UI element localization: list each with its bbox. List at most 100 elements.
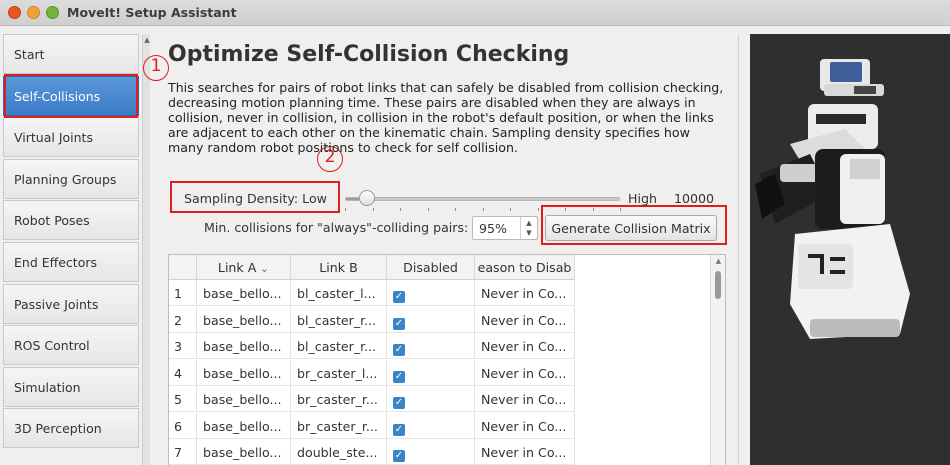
link-a-cell[interactable]: base_bello... <box>197 412 291 439</box>
min-collisions-value: 95% <box>479 221 507 236</box>
slider-tick <box>400 208 401 211</box>
sidebar-item-label: 3D Perception <box>14 421 102 437</box>
sidebar-item-3d-perception[interactable]: 3D Perception <box>3 408 139 449</box>
slider-tick <box>510 208 511 211</box>
row-number[interactable]: 5 <box>169 386 197 412</box>
link-a-cell[interactable]: base_bello... <box>197 306 291 333</box>
reason-cell[interactable]: Never in Co... <box>475 280 575 306</box>
sidebar-item-robot-poses[interactable]: Robot Poses <box>3 200 139 241</box>
sidebar-item-ros-control[interactable]: ROS Control <box>3 325 139 366</box>
disabled-cell: ✓ <box>387 412 475 439</box>
slider-handle[interactable] <box>359 190 375 206</box>
scrollbar-thumb[interactable] <box>715 271 721 299</box>
disabled-cell: ✓ <box>387 333 475 359</box>
disabled-checkbox[interactable]: ✓ <box>393 370 405 383</box>
link-b-cell[interactable]: bl_caster_r... <box>291 306 387 333</box>
reason-cell[interactable]: Never in Co... <box>475 359 575 386</box>
row-number[interactable]: 2 <box>169 306 197 333</box>
page-title: Optimize Self-Collision Checking <box>168 42 570 67</box>
disabled-cell: ✓ <box>387 359 475 386</box>
title-bar: MoveIt! Setup Assistant <box>0 0 950 26</box>
scroll-up-icon[interactable]: ▲ <box>143 36 151 44</box>
spinbox-arrows[interactable]: ▲ ▼ <box>520 217 537 239</box>
slider-tick <box>455 208 456 211</box>
spin-down-icon[interactable]: ▼ <box>521 228 537 238</box>
maximize-window-button[interactable] <box>46 6 59 19</box>
disabled-checkbox[interactable]: ✓ <box>393 423 405 436</box>
column-header-2[interactable]: Link B <box>291 255 387 280</box>
min-collisions-label: Min. collisions for "always"-colliding p… <box>204 220 469 235</box>
reason-cell[interactable]: Never in Co... <box>475 386 575 412</box>
column-header-3[interactable]: Disabled <box>387 255 475 280</box>
link-a-cell[interactable]: base_bello... <box>197 280 291 306</box>
link-b-cell[interactable]: double_ste... <box>291 439 387 465</box>
sidebar-item-label: ROS Control <box>14 338 90 354</box>
slider-tick <box>565 208 566 211</box>
sidebar-item-label: Simulation <box>14 379 81 395</box>
sidebar-item-passive-joints[interactable]: Passive Joints <box>3 283 139 324</box>
sidebar-item-end-effectors[interactable]: End Effectors <box>3 242 139 282</box>
link-a-cell[interactable]: base_bello... <box>197 333 291 359</box>
sidebar-item-label: Planning Groups <box>14 171 117 187</box>
annotation-marker-1: 1 <box>143 55 169 81</box>
row-number[interactable]: 7 <box>169 439 197 465</box>
link-b-cell[interactable]: br_caster_r... <box>291 386 387 412</box>
column-header-1[interactable]: Link A ⌄ <box>197 255 291 280</box>
column-header-label: Disabled <box>403 260 458 275</box>
link-b-cell[interactable]: br_caster_l... <box>291 359 387 386</box>
column-header-label: Link B <box>319 260 358 275</box>
sampling-density-slider[interactable] <box>345 197 620 201</box>
slider-tick <box>372 208 374 211</box>
link-b-cell[interactable]: bl_caster_l... <box>291 280 387 306</box>
window-title: MoveIt! Setup Assistant <box>67 5 237 20</box>
column-header-4[interactable]: eason to Disab <box>475 255 575 280</box>
disabled-checkbox[interactable]: ✓ <box>393 397 405 409</box>
sidebar-item-label: Passive Joints <box>14 296 99 312</box>
row-number[interactable]: 3 <box>169 333 197 359</box>
sidebar-scrollbar[interactable]: ▲ <box>142 34 150 465</box>
row-number[interactable]: 6 <box>169 412 197 439</box>
scroll-up-icon[interactable]: ▲ <box>711 257 726 265</box>
row-number[interactable]: 1 <box>169 280 197 306</box>
slider-tick <box>592 208 594 211</box>
sidebar-item-simulation[interactable]: Simulation <box>3 366 139 407</box>
link-a-cell[interactable]: base_bello... <box>197 386 291 412</box>
disabled-checkbox[interactable]: ✓ <box>393 344 405 356</box>
sidebar-item-start[interactable]: Start <box>3 34 139 74</box>
reason-cell[interactable]: Never in Co... <box>475 439 575 465</box>
slider-tick <box>620 208 621 211</box>
splitter[interactable] <box>738 34 739 465</box>
spin-up-icon[interactable]: ▲ <box>521 218 537 228</box>
sampling-density-high-label: High <box>628 191 657 206</box>
disabled-cell: ✓ <box>387 306 475 333</box>
table-scrollbar[interactable]: ▲ <box>710 255 725 465</box>
disabled-cell: ✓ <box>387 280 475 306</box>
slider-tick <box>482 208 484 211</box>
generate-collision-matrix-button[interactable]: Generate Collision Matrix <box>545 215 717 241</box>
link-b-cell[interactable]: br_caster_r... <box>291 412 387 439</box>
link-a-cell[interactable]: base_bello... <box>197 439 291 465</box>
sampling-density-label: Sampling Density: Low <box>184 191 327 206</box>
row-number[interactable]: 4 <box>169 359 197 386</box>
link-b-cell[interactable]: bl_caster_r... <box>291 333 387 359</box>
reason-cell[interactable]: Never in Co... <box>475 333 575 359</box>
sidebar-item-planning-groups[interactable]: Planning Groups <box>3 158 139 199</box>
disabled-checkbox[interactable]: ✓ <box>393 317 405 330</box>
reason-cell[interactable]: Never in Co... <box>475 306 575 333</box>
robot-3d-view[interactable] <box>750 34 950 465</box>
table-corner <box>169 255 197 280</box>
disabled-checkbox[interactable]: ✓ <box>393 450 405 462</box>
sidebar-item-virtual-joints[interactable]: Virtual Joints <box>3 117 139 158</box>
disabled-checkbox[interactable]: ✓ <box>393 291 405 303</box>
page-description: This searches for pairs of robot links t… <box>168 80 724 155</box>
annotation-box-self-collisions <box>4 74 138 118</box>
link-a-cell[interactable]: base_bello... <box>197 359 291 386</box>
minimize-window-button[interactable] <box>27 6 40 19</box>
collision-table: Link A ⌄ Link B Disabled eason to Disab 1 bas… <box>168 254 726 465</box>
disabled-cell: ✓ <box>387 386 475 412</box>
reason-cell[interactable]: Never in Co... <box>475 412 575 439</box>
close-window-button[interactable] <box>8 6 21 19</box>
slider-tick <box>537 208 539 211</box>
slider-tick <box>345 208 346 211</box>
column-header-label: eason to Disab <box>477 260 572 275</box>
